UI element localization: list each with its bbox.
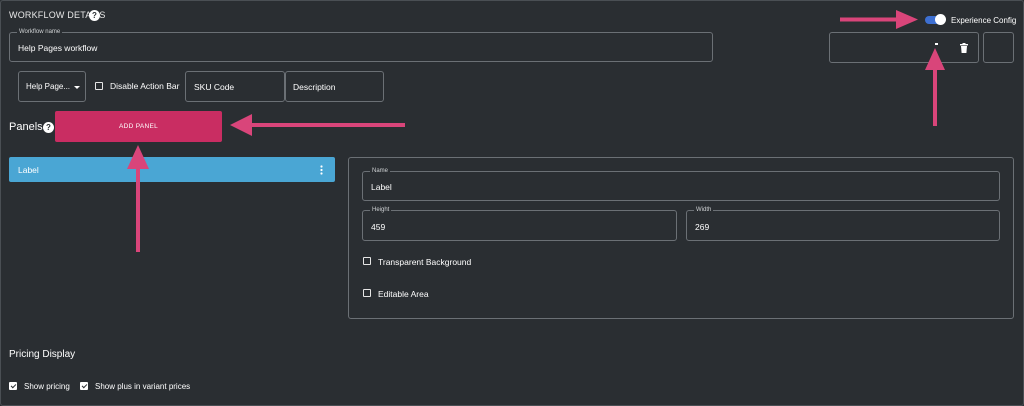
transparent-background-checkbox[interactable] — [363, 257, 371, 265]
disable-action-bar-label: Disable Action Bar — [110, 81, 180, 91]
description-input[interactable]: Description — [285, 71, 384, 102]
extra-box[interactable] — [983, 32, 1014, 63]
sku-code-input[interactable]: SKU Code — [185, 71, 285, 102]
experience-config-label: Experience Config — [951, 16, 1017, 25]
editable-area-checkbox[interactable] — [363, 289, 371, 297]
editable-area-label: Editable Area — [378, 289, 429, 299]
more-vert-icon[interactable] — [320, 165, 323, 175]
panel-item-label: Label — [18, 165, 39, 175]
workflow-name-value: Help Pages workflow — [18, 43, 98, 53]
help-page-dropdown[interactable]: Help Page... — [18, 71, 86, 102]
panel-height-field[interactable]: Height 459 — [362, 206, 677, 241]
show-plus-label: Show plus in variant prices — [95, 382, 191, 391]
panel-width-field[interactable]: Width 269 — [686, 206, 1000, 241]
minus-icon[interactable] — [935, 43, 938, 45]
add-panel-button[interactable]: ADD PANEL — [55, 111, 222, 142]
show-plus-checkbox[interactable] — [80, 382, 88, 390]
help-glyph: ? — [92, 11, 97, 20]
panel-width-value: 269 — [695, 222, 710, 232]
panels-help-glyph: ? — [46, 123, 51, 132]
show-pricing-label: Show pricing — [24, 382, 70, 391]
caret-down-icon — [74, 86, 80, 89]
panel-name-label: Name — [370, 167, 391, 175]
trash-icon[interactable] — [960, 43, 968, 53]
show-pricing-checkbox[interactable] — [9, 382, 17, 390]
workflow-name-label: Workflow name — [17, 28, 63, 36]
actions-box — [829, 32, 979, 63]
pricing-display-title: Pricing Display — [9, 349, 76, 360]
description-placeholder: Description — [293, 82, 336, 92]
panel-list-item[interactable]: Label — [9, 157, 335, 182]
disable-action-bar-checkbox[interactable] — [95, 82, 103, 90]
sku-code-placeholder: SKU Code — [194, 82, 235, 92]
panels-help-icon[interactable]: ? — [43, 122, 54, 133]
panel-height-label: Height — [370, 206, 392, 214]
panel-height-value: 459 — [371, 222, 386, 232]
workflow-name-field[interactable]: Workflow name Help Pages workflow — [9, 28, 713, 62]
panel-width-label: Width — [694, 206, 714, 214]
experience-config-toggle-knob[interactable] — [935, 14, 946, 25]
dropdown-value: Help Page... — [26, 82, 71, 91]
panel-name-field[interactable]: Name Label — [362, 167, 1000, 201]
transparent-background-label: Transparent Background — [378, 257, 472, 267]
panel-name-value: Label — [371, 182, 392, 192]
add-panel-label: ADD PANEL — [118, 123, 159, 130]
help-icon[interactable]: ? — [89, 10, 100, 21]
panels-title: Panels — [9, 121, 43, 133]
